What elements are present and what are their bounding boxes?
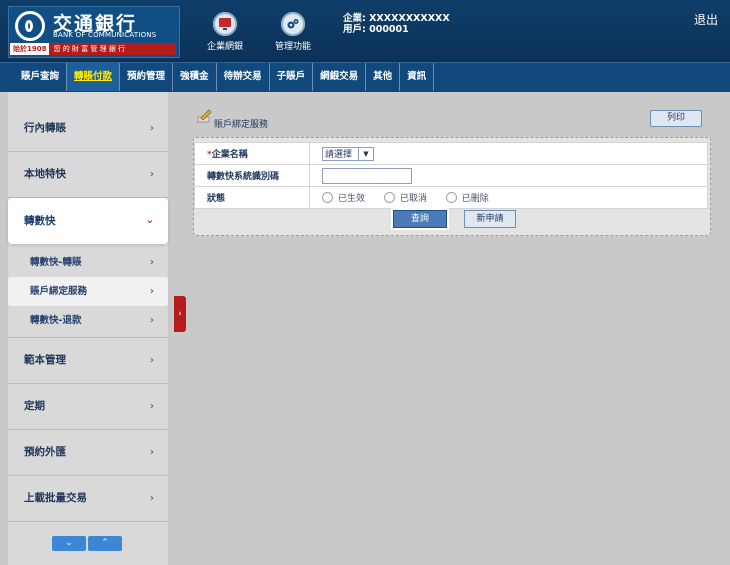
since-badge: 始於1908 [10, 43, 50, 55]
topnav-label: 管理功能 [274, 42, 311, 52]
nav-scheduled-management[interactable]: 預約管理 [120, 63, 174, 91]
status-radio-cancelled[interactable] [383, 192, 395, 203]
company-select[interactable]: 請選擇 ▼ [322, 146, 374, 161]
form-row-status: 狀態 已生效 已取消 已刪除 [194, 186, 708, 209]
scroll-up-button[interactable]: ⌃ [88, 536, 122, 551]
nav-account-inquiry[interactable]: 賬戶查詢 [14, 63, 68, 91]
main-nav: 賬戶查詢 轉賬付款 預約管理 強積金 待辦交易 子賬戶 網銀交易 其他 資訊 [0, 62, 730, 92]
bank-slogan-bar: 始於1908 您 的 財 富 管 理 銀 行 [10, 43, 176, 55]
chevron-right-icon: › [149, 257, 154, 268]
sidebar-item-internal-transfer[interactable]: 行內轉賬 › [8, 106, 168, 152]
main-content: 賬戶綁定服務 列印 *企業名稱 請選擇 ▼ 轉數快系統識別碼 狀態 已生效 已取消… [180, 92, 730, 565]
search-form: *企業名稱 請選擇 ▼ 轉數快系統識別碼 狀態 已生效 已取消 已刪除 查詢 新申… [193, 137, 711, 236]
sidebar-item-label: 預約外匯 [24, 446, 66, 458]
status-label-active: 已生效 [338, 194, 366, 204]
status-radio-deleted[interactable] [445, 192, 457, 203]
fps-id-label: 轉數快系統識別碼 [194, 164, 310, 187]
chevron-down-icon: ⌄ [145, 215, 154, 226]
form-row-fps-id: 轉數快系統識別碼 [194, 164, 708, 187]
sidebar-item-label: 轉數快 [24, 215, 56, 227]
page-title: 賬戶綁定服務 [214, 120, 269, 130]
topnav-management[interactable]: 管理功能 [258, 12, 328, 52]
sidebar-subitem-fps-transfer[interactable]: 轉數快-轉賬 › [8, 248, 168, 277]
bank-logo-icon [15, 11, 45, 41]
account-info: 企業: XXXXXXXXXXX 用戶: 000001 [343, 13, 450, 35]
logout-link[interactable]: 退出 [694, 11, 718, 28]
sidebar-item-fps[interactable]: 轉數快 ⌄ [8, 198, 168, 244]
sidebar-subitem-account-binding[interactable]: 賬戶綁定服務 › [8, 277, 168, 306]
new-application-button[interactable]: 新申請 [464, 210, 516, 228]
bank-name-en: BANK OF COMMUNICATIONS [53, 31, 157, 39]
company-select-value: 請選擇 [325, 149, 353, 160]
nav-pending-transactions[interactable]: 待辦交易 [217, 63, 270, 91]
top-header: 交通銀行 BANK OF COMMUNICATIONS 始於1908 您 的 財 … [0, 0, 730, 62]
nav-online-transactions[interactable]: 網銀交易 [313, 63, 367, 91]
sidebar-subitem-label: 轉數快-退款 [30, 315, 82, 326]
scroll-down-button[interactable]: ⌄ [52, 536, 86, 551]
form-table: *企業名稱 請選擇 ▼ 轉數快系統識別碼 狀態 已生效 已取消 已刪除 [194, 142, 708, 209]
sidebar-item-template-management[interactable]: 範本管理 › [8, 338, 168, 384]
sidebar-scroll-buttons: ⌄ ⌃ [52, 536, 124, 551]
sidebar-item-label: 本地特快 [24, 168, 66, 180]
gears-icon [281, 12, 305, 36]
sidebar: 行內轉賬 › 本地特快 › 轉數快 ⌄ 轉數快-轉賬 › 賬戶綁定服務 › 轉數… [8, 92, 168, 565]
status-label: 狀態 [194, 186, 310, 209]
sidebar-item-label: 定期 [24, 400, 45, 412]
nav-information[interactable]: 資訊 [400, 63, 435, 91]
sidebar-subitem-label: 轉數快-轉賬 [30, 257, 82, 268]
fps-id-input[interactable] [322, 167, 412, 184]
nav-others[interactable]: 其他 [366, 63, 401, 91]
nav-mpf[interactable]: 強積金 [173, 63, 217, 91]
bank-logo[interactable]: 交通銀行 BANK OF COMMUNICATIONS 始於1908 您 的 財 … [8, 6, 180, 58]
form-row-company: *企業名稱 請選擇 ▼ [194, 142, 708, 165]
chevron-right-icon: › [149, 401, 154, 412]
chevron-right-icon: › [149, 493, 154, 504]
sidebar-item-label: 行內轉賬 [24, 122, 66, 134]
chevron-right-icon: › [149, 355, 154, 366]
chevron-right-icon: › [149, 447, 154, 458]
computer-monitor-icon [213, 12, 237, 36]
sidebar-item-time-deposit[interactable]: 定期 › [8, 384, 168, 430]
company-label: 企業: XXXXXXXXXXX [343, 13, 450, 24]
sidebar-item-label: 上載批量交易 [24, 492, 87, 504]
chevron-right-icon: › [149, 169, 154, 180]
print-button[interactable]: 列印 [650, 110, 702, 127]
dropdown-arrow-icon: ▼ [358, 147, 373, 160]
chevron-right-icon: › [149, 286, 154, 297]
sidebar-item-scheduled-fx[interactable]: 預約外匯 › [8, 430, 168, 476]
sidebar-submenu-fps: 轉數快-轉賬 › 賬戶綁定服務 › 轉數快-退款 › [8, 244, 168, 338]
company-label-text: 企業名稱 [211, 150, 248, 160]
topnav-label: 企業網銀 [206, 42, 243, 52]
chevron-right-icon: › [149, 315, 154, 326]
sidebar-item-label: 範本管理 [24, 354, 66, 366]
status-label-deleted: 已刪除 [461, 194, 489, 204]
status-cell: 已生效 已取消 已刪除 [309, 186, 708, 209]
query-button[interactable]: 查詢 [393, 210, 447, 228]
status-label-cancelled: 已取消 [399, 194, 427, 204]
company-label: *企業名稱 [194, 142, 310, 165]
chevron-right-icon: › [149, 123, 154, 134]
edit-pencil-icon [197, 109, 213, 127]
fps-id-cell [309, 164, 708, 187]
sidebar-subitem-fps-refund[interactable]: 轉數快-退款 › [8, 306, 168, 335]
nav-transfer-payment[interactable]: 轉賬付款 [67, 63, 121, 91]
slogan-text: 您 的 財 富 管 理 銀 行 [53, 45, 126, 53]
sidebar-item-bulk-upload[interactable]: 上載批量交易 › [8, 476, 168, 522]
nav-sub-accounts[interactable]: 子賬戶 [270, 63, 314, 91]
sidebar-subitem-label: 賬戶綁定服務 [30, 286, 88, 297]
status-radio-active[interactable] [322, 192, 333, 203]
topnav-corporate-banking[interactable]: 企業網銀 [190, 12, 260, 52]
company-cell: 請選擇 ▼ [309, 142, 708, 165]
sidebar-item-local-express[interactable]: 本地特快 › [8, 152, 168, 198]
user-label: 用戶: 000001 [343, 24, 409, 35]
